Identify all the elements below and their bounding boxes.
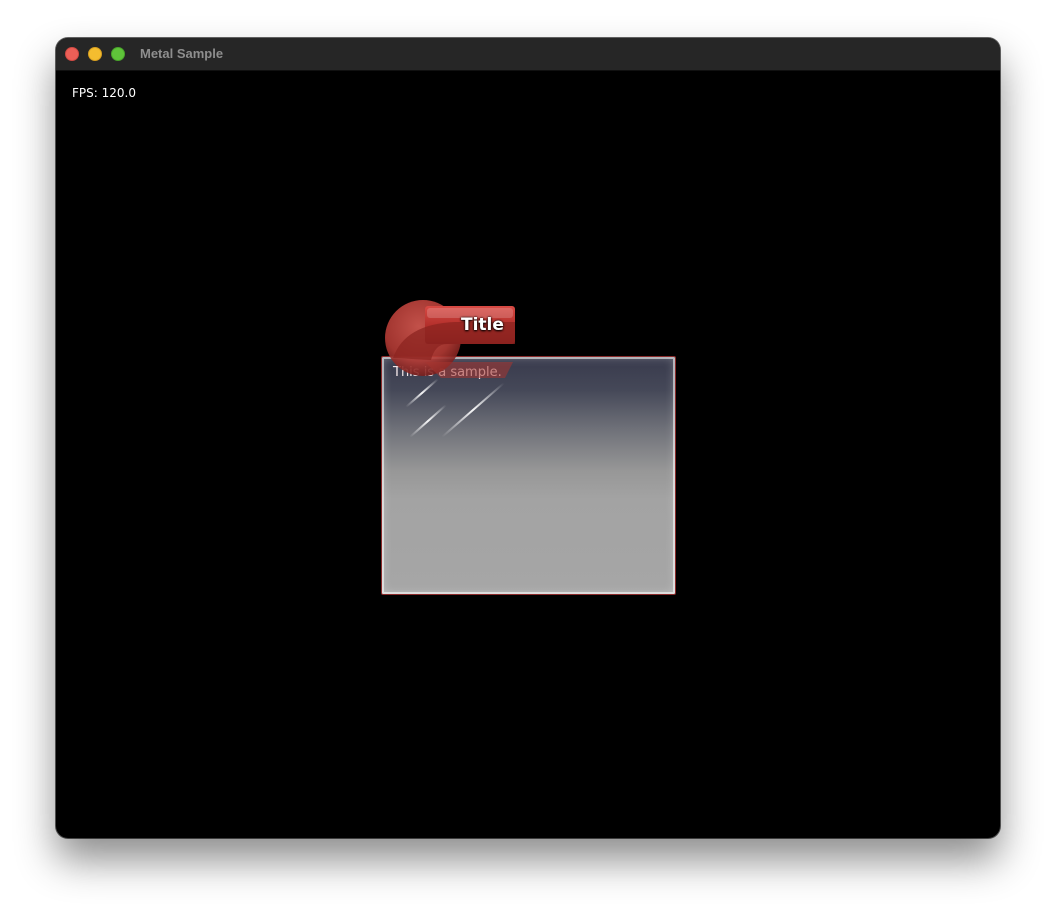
sample-panel: This is a sample. — [381, 356, 676, 595]
app-window: Metal Sample FPS: 120.0 This is a sample… — [56, 38, 1000, 838]
zoom-window-button[interactable] — [111, 47, 125, 61]
fps-counter: FPS: 120.0 — [72, 86, 136, 100]
window-title: Metal Sample — [140, 46, 224, 61]
widget-title: Title — [461, 315, 504, 335]
title-bar[interactable]: Metal Sample — [56, 38, 1000, 71]
close-window-button[interactable] — [65, 47, 79, 61]
glass-reflection-graphic — [405, 378, 505, 438]
title-tab-graphic — [385, 300, 515, 378]
minimize-window-button[interactable] — [88, 47, 102, 61]
